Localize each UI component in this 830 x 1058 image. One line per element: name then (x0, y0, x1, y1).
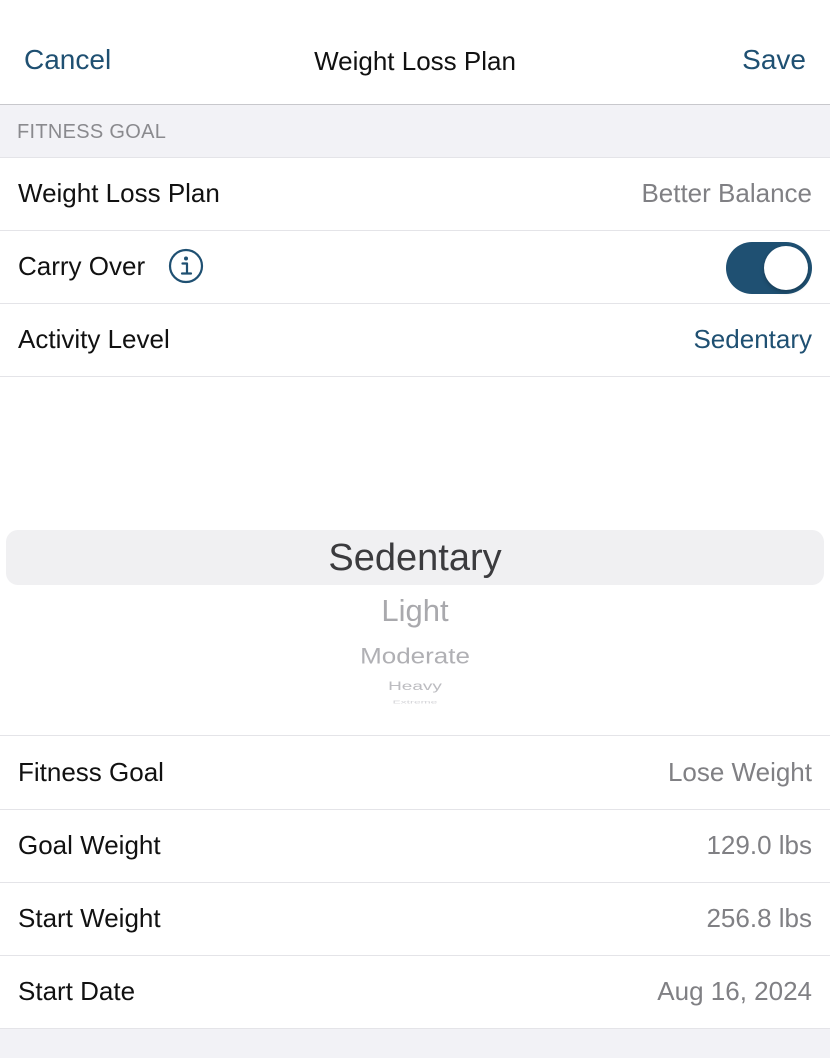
goal-weight-label: Goal Weight (18, 830, 161, 860)
goal-weight-row[interactable]: Goal Weight 129.0 lbs (0, 810, 830, 883)
start-weight-row[interactable]: Start Weight 256.8 lbs (0, 883, 830, 956)
picker-option-sedentary[interactable]: Sedentary (0, 537, 830, 580)
activity-level-value: Sedentary (693, 324, 812, 354)
page-title: Weight Loss Plan (314, 46, 516, 76)
picker-option-light[interactable]: Light (0, 593, 830, 629)
picker-option-extreme[interactable]: Extreme (0, 700, 830, 705)
section-header-fitness-goal: FITNESS GOAL (0, 105, 830, 158)
start-weight-label: Start Weight (18, 903, 161, 933)
weight-loss-plan-screen: Cancel Weight Loss Plan Save FITNESS GOA… (0, 0, 830, 1058)
weight-loss-plan-row[interactable]: Weight Loss Plan Better Balance (0, 158, 830, 231)
weight-loss-plan-value: Better Balance (641, 178, 812, 208)
activity-level-label: Activity Level (18, 324, 170, 354)
fitness-goal-value: Lose Weight (667, 757, 812, 787)
info-icon[interactable] (168, 248, 204, 284)
activity-level-picker[interactable]: Sedentary Light Moderate Heavy Extreme (0, 377, 830, 736)
grouped-background-footer (0, 1029, 830, 1058)
start-weight-value: 256.8 lbs (706, 903, 812, 933)
navigation-bar: Cancel Weight Loss Plan Save (0, 0, 830, 105)
fitness-goal-label: Fitness Goal (18, 757, 164, 787)
fitness-goal-row[interactable]: Fitness Goal Lose Weight (0, 737, 830, 810)
goal-weight-value: 129.0 lbs (706, 830, 812, 860)
save-button[interactable]: Save (742, 44, 806, 76)
picker-option-moderate[interactable]: Moderate (0, 643, 830, 669)
toggle-knob (764, 246, 808, 290)
carry-over-row: Carry Over (0, 231, 830, 304)
carry-over-label: Carry Over (18, 251, 146, 281)
activity-level-row[interactable]: Activity Level Sedentary (0, 304, 830, 377)
start-date-label: Start Date (18, 976, 136, 1006)
section-header-label: FITNESS GOAL (17, 121, 167, 143)
start-date-row[interactable]: Start Date Aug 16, 2024 (0, 956, 830, 1029)
start-date-value: Aug 16, 2024 (657, 976, 812, 1006)
carry-over-toggle[interactable] (726, 242, 812, 294)
picker-option-heavy[interactable]: Heavy (0, 680, 830, 694)
weight-loss-plan-label: Weight Loss Plan (18, 178, 220, 208)
